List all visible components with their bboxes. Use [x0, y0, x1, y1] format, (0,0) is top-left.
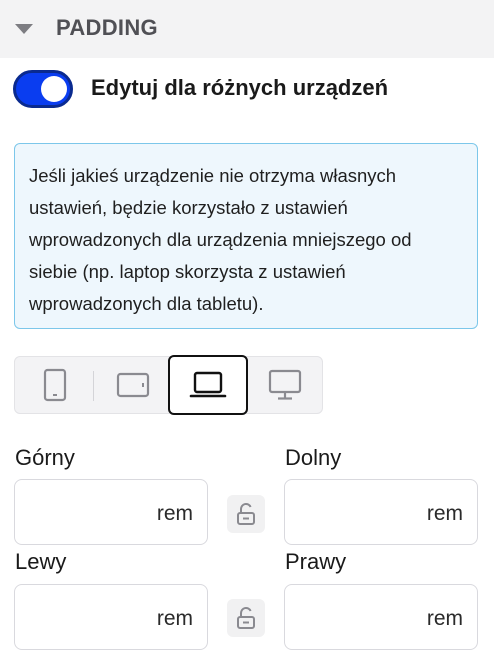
padding-bottom-input[interactable]	[295, 498, 415, 526]
right-label: Prawy	[285, 549, 347, 574]
smartphone-icon	[43, 368, 67, 402]
responsive-toggle-label: Edytuj dla różnych urządzeń	[91, 75, 389, 100]
padding-left-unit: rem	[156, 607, 193, 630]
tablet-icon	[116, 372, 150, 398]
padding-right-input[interactable]	[295, 603, 415, 631]
left-label: Lewy	[15, 549, 67, 574]
caret-down-icon[interactable]	[15, 24, 33, 34]
padding-top-input[interactable]	[25, 498, 145, 526]
info-notice: Jeśli jakieś urządzenie nie otrzyma włas…	[14, 143, 478, 329]
section-header-padding[interactable]: PADDING	[0, 0, 494, 58]
bottom-label: Dolny	[285, 445, 342, 470]
padding-left-field[interactable]: rem	[14, 584, 208, 650]
section-title: PADDING	[56, 15, 158, 40]
padding-bottom-unit: rem	[426, 502, 463, 525]
device-mobile-button[interactable]	[15, 356, 95, 414]
padding-top-unit: rem	[156, 502, 193, 525]
top-label: Górny	[15, 445, 75, 470]
laptop-icon	[189, 371, 227, 398]
link-top-bottom-button[interactable]	[227, 495, 265, 533]
device-laptop-button[interactable]	[168, 355, 248, 415]
info-notice-text: Jeśli jakieś urządzenie nie otrzyma włas…	[29, 165, 412, 314]
device-tablet-button[interactable]	[93, 356, 173, 414]
toggle-knob	[41, 76, 67, 102]
monitor-icon	[268, 369, 302, 400]
unlock-icon	[237, 607, 255, 629]
responsive-toggle[interactable]	[13, 70, 73, 108]
padding-right-unit: rem	[426, 607, 463, 630]
padding-top-field[interactable]: rem	[14, 479, 208, 545]
padding-bottom-field[interactable]: rem	[284, 479, 478, 545]
link-left-right-button[interactable]	[227, 599, 265, 637]
device-selector	[14, 355, 325, 415]
padding-right-field[interactable]: rem	[284, 584, 478, 650]
unlock-icon	[237, 503, 255, 525]
responsive-toggle-row: Edytuj dla różnych urządzeń	[13, 69, 388, 109]
padding-left-input[interactable]	[25, 603, 145, 631]
device-desktop-button[interactable]	[245, 356, 325, 414]
